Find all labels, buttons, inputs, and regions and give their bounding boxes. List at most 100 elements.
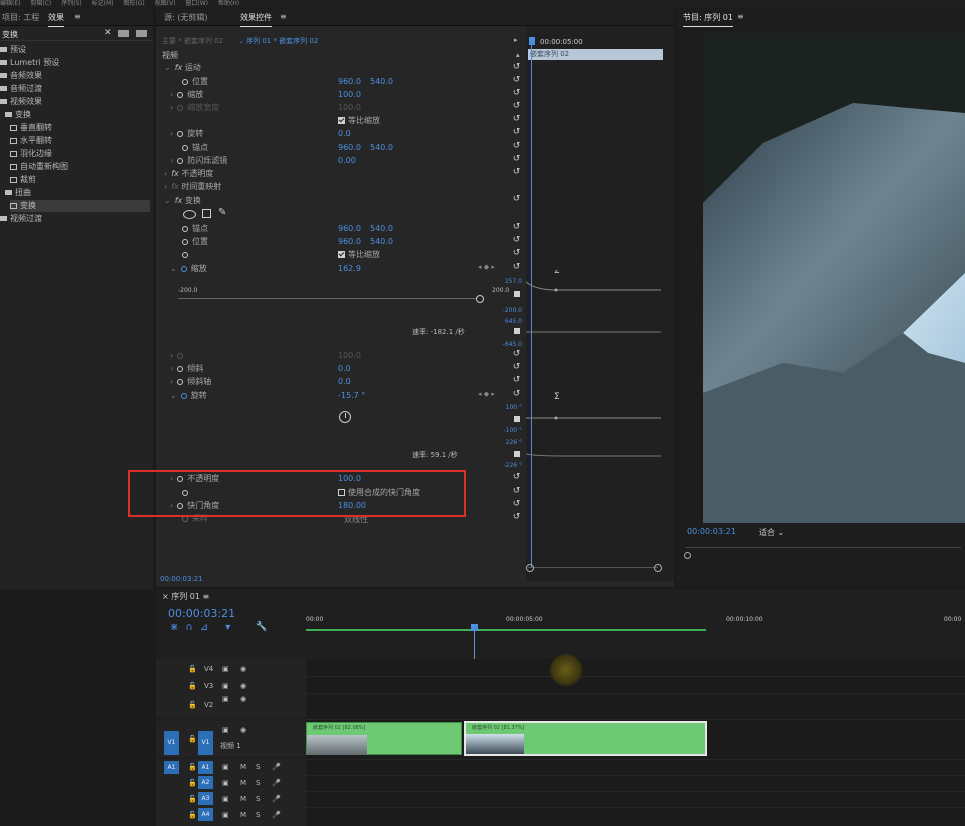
graph-toggle-icon[interactable] (514, 451, 520, 457)
panel-menu-icon[interactable]: ≡ (74, 12, 81, 21)
stopwatch-icon[interactable] (177, 365, 184, 372)
solo-button[interactable]: S (256, 811, 260, 819)
stopwatch-active-icon[interactable] (180, 392, 187, 399)
accelerated-effects-icon[interactable] (118, 30, 129, 37)
tree-item-horizontal-flip[interactable]: 水平翻转 (10, 135, 150, 147)
reset-icon[interactable]: ↺ (512, 375, 521, 385)
32bit-effects-icon[interactable] (136, 30, 147, 37)
stopwatch-icon[interactable] (182, 225, 188, 232)
film-icon[interactable]: ▣ (222, 779, 229, 787)
solo-button[interactable]: S (256, 763, 260, 771)
tree-item-audio-effects[interactable]: 音频效果 (0, 70, 150, 82)
video-frame[interactable] (703, 33, 965, 523)
effect-time-remap-row[interactable]: › fx 时间重映射 (164, 180, 221, 193)
tree-item-transform-effect[interactable]: 变换 (10, 200, 150, 212)
mute-button[interactable]: M (240, 763, 246, 771)
film-icon[interactable]: ▣ (222, 795, 229, 803)
keyframe-graph[interactable]: Σ Σ (526, 270, 662, 470)
stopwatch-icon[interactable] (182, 78, 188, 85)
rotation-dial[interactable] (339, 411, 351, 423)
reset-icon[interactable]: ↺ (512, 114, 521, 124)
graph-toggle-icon[interactable] (514, 328, 520, 334)
reset-icon[interactable]: ↺ (512, 349, 521, 359)
timeline-tools[interactable]: ⋇∩⊿ ▾ (170, 622, 237, 633)
reset-icon[interactable]: ↺ (512, 362, 521, 372)
effect-opacity-row[interactable]: › fx 不透明度 (164, 167, 213, 180)
menu-help[interactable]: 帮助(H) (218, 0, 239, 7)
timeline-clip[interactable]: 嵌套序列 02 [82.08%] (306, 722, 462, 755)
tab-project[interactable]: 项目: 工程 (2, 12, 39, 23)
track-target-a4[interactable]: A4 (198, 808, 213, 821)
tab-program[interactable]: 节目: 序列 01 (683, 12, 733, 27)
keyframe-ease-icon[interactable]: Σ (554, 270, 560, 276)
reset-icon[interactable]: ↺ (512, 235, 521, 245)
tab-source[interactable]: 源: (无剪辑) (164, 12, 207, 23)
tree-item-presets[interactable]: 预设 (0, 44, 150, 56)
stopwatch-icon[interactable] (177, 91, 184, 98)
timeline-timecode[interactable]: 00:00:03:21 (168, 607, 235, 620)
lock-icon[interactable]: 🔓 (188, 811, 197, 819)
reset-icon[interactable]: ↺ (512, 154, 521, 164)
film-icon[interactable]: ▣ (222, 682, 229, 690)
scale-slider-track[interactable] (178, 298, 480, 299)
stopwatch-icon[interactable] (177, 157, 184, 164)
solo-button[interactable]: S (256, 795, 260, 803)
tree-item-distort-folder[interactable]: 扭曲 (5, 187, 150, 199)
keyframe-clip-bar[interactable]: 嵌套序列 02 (528, 49, 663, 60)
eye-icon[interactable]: ◉ (240, 726, 246, 734)
transform-scale-value[interactable]: 162.9 (338, 264, 361, 273)
track-target-v1[interactable]: V1 (198, 731, 213, 755)
motion-position-y[interactable]: 540.0 (370, 77, 393, 86)
transform-anchor-x[interactable]: 960.0 (338, 224, 361, 233)
keyframe-nav-icons[interactable]: ◂ ◆ ▸ (478, 263, 495, 271)
playhead-handle[interactable] (529, 37, 535, 45)
timeline-tab[interactable]: × 序列 01 ≡ (162, 591, 209, 602)
wrench-icon[interactable]: 🔧 (256, 622, 267, 632)
work-area-bar[interactable] (306, 629, 706, 631)
mic-icon[interactable]: 🎤 (272, 763, 281, 771)
mic-icon[interactable]: 🎤 (272, 779, 281, 787)
panel-menu-icon[interactable]: ≡ (737, 12, 744, 21)
film-icon[interactable]: ▣ (222, 665, 229, 673)
reset-icon[interactable]: ↺ (512, 262, 521, 272)
reset-icon[interactable]: ↺ (512, 141, 521, 151)
lock-icon[interactable]: 🔓 (188, 682, 197, 690)
stopwatch-icon[interactable] (182, 144, 188, 151)
program-timecode[interactable]: 00:00:03:21 (687, 527, 736, 536)
film-icon[interactable]: ▣ (222, 811, 229, 819)
tab-effect-controls[interactable]: 效果控件 (240, 12, 272, 27)
stopwatch-icon[interactable] (177, 130, 184, 137)
motion-position-x[interactable]: 960.0 (338, 77, 361, 86)
effect-motion-row[interactable]: ⌄ fx 运动 (164, 61, 201, 74)
effect-transform-row[interactable]: ⌄ fx 变换 (164, 194, 201, 207)
lock-icon[interactable]: 🔓 (188, 735, 197, 743)
transform-rotation-value[interactable]: -15.7 ° (338, 391, 365, 400)
eye-icon[interactable]: ◉ (240, 682, 246, 690)
breadcrumb-sequence[interactable]: ⌄ 序列 01 * 嵌套序列 02 (238, 36, 318, 46)
stopwatch-active-icon[interactable] (180, 265, 187, 272)
menu-view[interactable]: 视图(V) (155, 0, 176, 7)
motion-antiflicker-value[interactable]: 0.00 (338, 156, 356, 165)
transform-skew-axis-value[interactable]: 0.0 (338, 377, 351, 386)
stopwatch-icon[interactable] (182, 238, 188, 245)
clear-search-icon[interactable]: ✕ (104, 28, 112, 38)
reset-icon[interactable]: ↺ (512, 194, 521, 204)
tree-item-edge-feather[interactable]: 羽化边缘 (10, 148, 150, 160)
tree-item-video-effects[interactable]: 视频效果 (0, 96, 150, 108)
timeline-ruler[interactable]: 00:00 00:00:05:00 00:00:10:00 00:00 (306, 611, 965, 631)
lock-icon[interactable]: 🔓 (188, 665, 197, 673)
motion-uniform-scale[interactable]: 等比缩放 (338, 114, 380, 127)
mic-icon[interactable]: 🎤 (272, 811, 281, 819)
keyframe-scrollbar[interactable] (528, 567, 658, 568)
mute-button[interactable]: M (240, 795, 246, 803)
menu-clip[interactable]: 剪辑(C) (30, 0, 51, 7)
transform-position-x[interactable]: 960.0 (338, 237, 361, 246)
reset-icon[interactable]: ↺ (512, 75, 521, 85)
reset-icon[interactable]: ↺ (512, 499, 521, 509)
reset-icon[interactable]: ↺ (512, 512, 521, 522)
motion-anchor-y[interactable]: 540.0 (370, 143, 393, 152)
lock-icon[interactable]: 🔓 (188, 779, 197, 787)
keyframe-point[interactable] (554, 288, 558, 292)
source-patch-a1[interactable]: A1 (164, 761, 179, 774)
ellipse-mask-icon[interactable] (183, 210, 196, 219)
